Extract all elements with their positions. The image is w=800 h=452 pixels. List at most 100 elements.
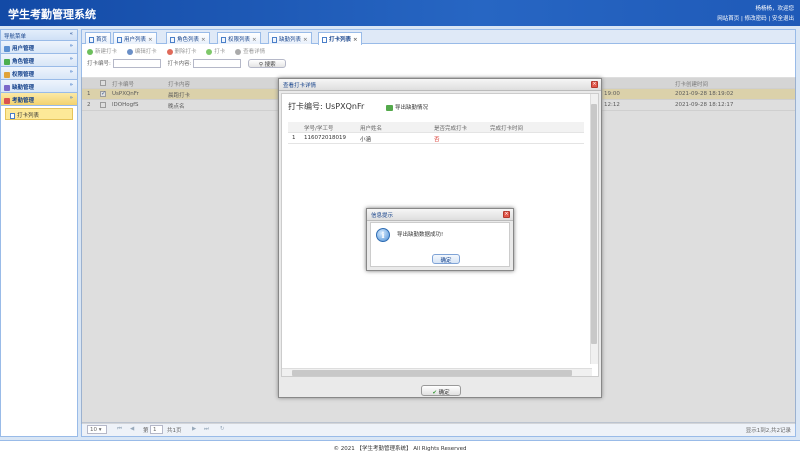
page-icon [272, 36, 277, 43]
tab-label: 角色列表 [177, 37, 200, 43]
home-icon [89, 36, 94, 43]
clock-no-input[interactable] [112, 59, 161, 68]
tab-absence[interactable]: 缺勤列表 × [268, 32, 312, 44]
col-student-no: 学号/学工号 [304, 126, 334, 132]
subitem-label: 打卡列表 [17, 113, 40, 119]
close-icon[interactable]: × [591, 81, 598, 88]
table-row[interactable]: 1 116072018019 小涵 否 [288, 133, 584, 144]
tab-roles[interactable]: 角色列表 × [166, 32, 210, 44]
first-page-icon[interactable]: ⏮ [117, 426, 122, 433]
chevron-down-icon: » [69, 82, 73, 88]
page-icon [10, 112, 15, 119]
detail-table: 学号/学工号 用户姓名 是否完成打卡 完成打卡时间 1 116072018019… [288, 122, 584, 144]
page-input[interactable]: 1 [150, 425, 163, 434]
tab-home[interactable]: 首页 [85, 32, 112, 44]
app-title: 学生考勤管理系统 [8, 8, 96, 21]
close-icon[interactable]: × [252, 37, 257, 43]
menu-label: 考勤管理 [12, 98, 35, 104]
close-icon[interactable]: × [148, 37, 153, 43]
message-ok-button[interactable]: 确定 [432, 254, 460, 264]
sidebar-item-roles[interactable]: 角色管理 » [1, 54, 77, 67]
button-label: 查看详情 [243, 49, 266, 55]
tab-label: 权限列表 [228, 37, 251, 43]
vertical-scrollbar[interactable] [590, 94, 598, 364]
tab-label: 首页 [96, 37, 108, 43]
message-body: i 导出缺勤数据成功! 确定 [370, 222, 510, 267]
search-bar: 打卡编号: 打卡内容: ⚲ 搜索 [82, 57, 795, 70]
page-size-value: 10 [90, 427, 97, 433]
clock-content-input[interactable] [193, 59, 242, 68]
dialog-ok-button[interactable]: ✔ 确定 [421, 385, 461, 396]
next-page-icon[interactable]: ▶ [192, 426, 196, 432]
footer: © 2021 【学生考勤管理系统】 All Rights Reserved [0, 440, 800, 452]
prev-page-icon[interactable]: ◀ [130, 426, 134, 432]
message-dialog: 信息提示 × i 导出缺勤数据成功! 确定 [366, 208, 514, 271]
export-absence-button[interactable]: 导出缺勤情况 [386, 103, 428, 111]
detail-header: 学号/学工号 用户姓名 是否完成打卡 完成打卡时间 [288, 122, 584, 133]
last-page-icon[interactable]: ⏭ [204, 426, 209, 433]
chevron-down-icon: » [69, 69, 73, 75]
sidebar-item-permissions[interactable]: 权限管理 » [1, 67, 77, 80]
pager: 10 ▾ ⏮ ◀ 第 1 共1页 ▶ ⏭ ↻ 显示1到2,共2记录 [82, 422, 795, 436]
col-done: 是否完成打卡 [434, 126, 468, 132]
close-icon[interactable]: × [201, 37, 206, 43]
tab-permissions[interactable]: 权限列表 × [217, 32, 261, 44]
check-icon [206, 48, 213, 55]
row-index: 1 [292, 135, 296, 141]
sidebar-item-users[interactable]: 用户管理 » [1, 41, 77, 54]
toolbar: 新建打卡 编辑打卡 删除打卡 打卡 查看详情 [82, 44, 795, 57]
cell-user-name: 小涵 [360, 137, 372, 143]
dialog-title: 查看打卡详情 [283, 83, 317, 89]
add-icon [87, 48, 93, 55]
view-details-button[interactable]: 查看详情 [235, 48, 266, 55]
tab-clock-list[interactable]: 打卡列表 × [318, 32, 362, 45]
delete-clock-button[interactable]: 删除打卡 [166, 48, 197, 55]
sidebar-item-attendance[interactable]: 考勤管理 » [1, 93, 77, 106]
roles-icon [4, 58, 10, 65]
page-size-select[interactable]: 10 ▾ [87, 425, 107, 434]
search-button[interactable]: ⚲ 搜索 [248, 59, 287, 68]
chevron-down-icon: » [69, 56, 73, 62]
tab-label: 用户列表 [124, 37, 147, 43]
sidebar-item-absence[interactable]: 缺勤管理 » [1, 80, 77, 93]
close-icon[interactable]: × [503, 211, 510, 218]
scroll-thumb[interactable] [292, 370, 572, 376]
message-header: 信息提示 × [367, 209, 513, 221]
new-clock-button[interactable]: 新建打卡 [87, 48, 118, 55]
button-label: 新建打卡 [95, 49, 118, 55]
collapse-icon[interactable]: « [70, 31, 73, 37]
button-label: 打卡 [214, 49, 226, 55]
delete-icon [166, 48, 173, 55]
col-finish-time: 完成打卡时间 [490, 126, 524, 132]
sidebar-title: 导航菜单 [4, 34, 27, 40]
horizontal-scrollbar[interactable] [282, 368, 592, 376]
menu-label: 角色管理 [12, 59, 35, 65]
absence-icon [4, 84, 10, 91]
tab-users[interactable]: 用户列表 × [113, 32, 157, 44]
menu-label: 用户管理 [12, 46, 35, 52]
edit-clock-button[interactable]: 编辑打卡 [126, 48, 157, 55]
page-icon [170, 36, 175, 43]
cell-student-no: 116072018019 [304, 135, 346, 141]
chevron-up-icon: » [69, 95, 73, 101]
sidebar-header: 导航菜单 « [1, 30, 77, 41]
cell-done: 否 [434, 137, 440, 143]
page-icon [221, 36, 226, 43]
user-greeting: 杨杨杨，欢迎您 [755, 6, 794, 12]
chevron-down-icon: » [69, 43, 73, 49]
scroll-thumb[interactable] [591, 104, 597, 344]
sidebar-subitem-clock-list[interactable]: 打卡列表 [5, 108, 73, 120]
page-icon [322, 36, 327, 43]
total-pages: 共1页 [167, 428, 182, 434]
refresh-icon[interactable]: ↻ [220, 426, 225, 432]
button-label: 确定 [438, 390, 450, 396]
close-icon[interactable]: × [303, 37, 308, 43]
close-icon[interactable]: × [353, 37, 358, 43]
menu-label: 权限管理 [12, 72, 35, 78]
header-links[interactable]: 网站首页 | 修改密码 | 安全退出 [717, 14, 794, 22]
eye-icon [235, 48, 242, 55]
message-title: 信息提示 [371, 213, 394, 219]
sidebar: 导航菜单 « 用户管理 » 角色管理 » 权限管理 » 缺勤管理 » 考勤管理 … [0, 29, 78, 437]
clock-in-button[interactable]: 打卡 [206, 48, 226, 55]
info-icon: i [376, 228, 390, 242]
